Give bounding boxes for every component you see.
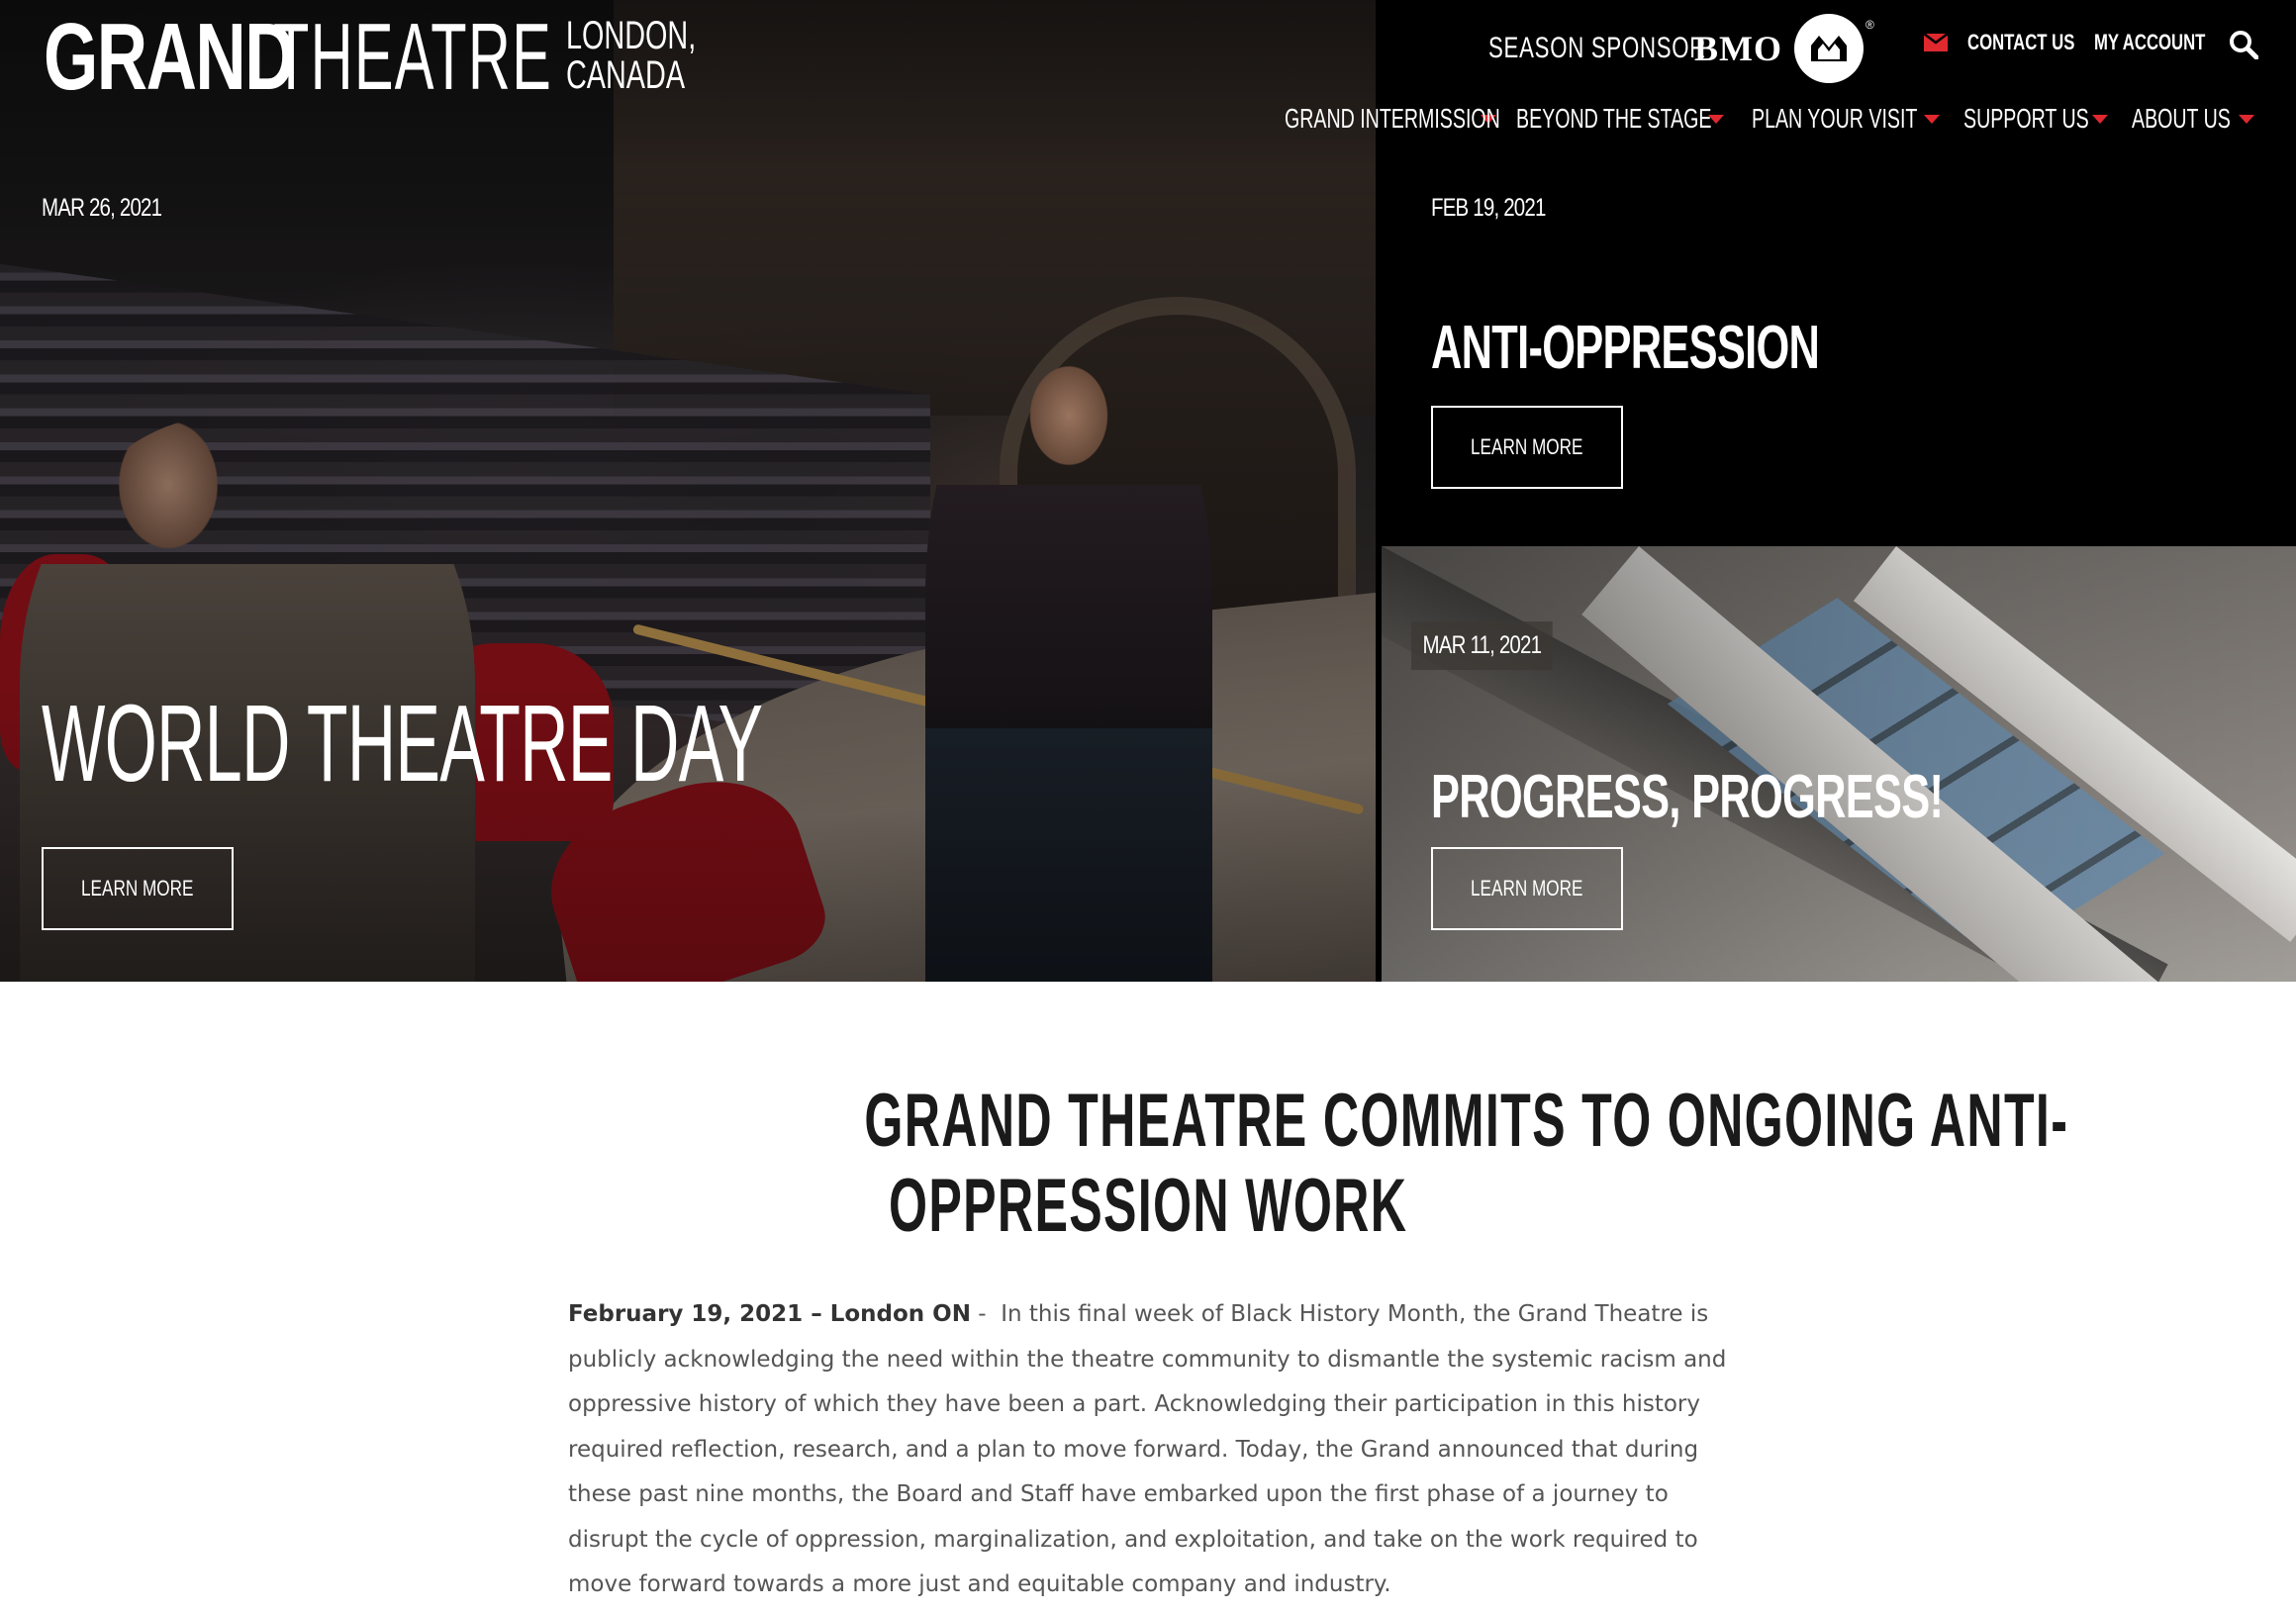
article-title-line-1: GRAND THEATRE COMMITS TO ONGOING ANTI- xyxy=(864,1079,2069,1163)
article-title: GRAND THEATRE COMMITS TO ONGOING ANTI- O… xyxy=(554,1079,2066,1249)
learn-more-label: LEARN MORE xyxy=(81,876,194,901)
chevron-down-icon xyxy=(2092,114,2108,124)
mail-icon xyxy=(1923,33,1949,51)
bmo-roundel-icon[interactable] xyxy=(1794,14,1864,83)
learn-more-button[interactable]: LEARN MORE xyxy=(1431,406,1623,489)
sponsor-brand[interactable]: BMO xyxy=(1694,28,1782,69)
tile-date: FEB 19, 2021 xyxy=(1431,194,1546,222)
tile-title[interactable]: WORLD THEATRE DAY xyxy=(42,681,763,806)
site-logo[interactable]: GRAND THEATRE LONDON, CANADA xyxy=(44,10,746,105)
nav-item-beyond-the-stage[interactable]: BEYOND THE STAGE xyxy=(1516,103,1752,135)
tile-date: MAR 26, 2021 xyxy=(42,194,162,222)
tile-title[interactable]: PROGRESS, PROGRESS! xyxy=(1431,762,1944,832)
nav-label: BEYOND THE STAGE xyxy=(1516,103,1712,134)
nav-item-about-us[interactable]: ABOUT US xyxy=(2132,103,2270,135)
article-body: February 19, 2021 – London ON - In this … xyxy=(568,1292,1736,1608)
logo-city: LONDON, xyxy=(566,14,697,57)
nav-item-plan-your-visit[interactable]: PLAN YOUR VISIT xyxy=(1752,103,1963,135)
logo-country: CANADA xyxy=(566,53,686,97)
feature-tile-world-theatre-day[interactable]: MAR 26, 2021 WORLD THEATRE DAY LEARN MOR… xyxy=(0,0,1376,982)
season-sponsor: SEASON SPONSOR BMO ® xyxy=(1488,14,1874,83)
nav-item-grand-intermission[interactable]: GRAND INTERMISSION xyxy=(1285,103,1516,135)
article-title-line-2: OPPRESSION WORK xyxy=(888,1164,1408,1248)
contact-us-link[interactable]: CONTACT US xyxy=(1923,30,2109,55)
search-icon[interactable] xyxy=(2229,30,2259,60)
nav-label: GRAND INTERMISSION xyxy=(1285,103,1500,134)
hero-grid: MAR 26, 2021 WORLD THEATRE DAY LEARN MOR… xyxy=(0,0,2296,982)
article-dateline: February 19, 2021 – London ON xyxy=(568,1301,971,1327)
dateline-separator: - xyxy=(970,1301,1002,1327)
nav-label: ABOUT US xyxy=(2132,103,2231,134)
registered-mark: ® xyxy=(1866,18,1874,32)
learn-more-label: LEARN MORE xyxy=(1471,876,1583,901)
tile-title[interactable]: ANTI-OPPRESSION xyxy=(1431,313,1820,383)
my-account-link[interactable]: MY ACCOUNT xyxy=(2094,30,2241,55)
tile-date: MAR 11, 2021 xyxy=(1411,621,1553,670)
learn-more-button[interactable]: LEARN MORE xyxy=(1431,847,1623,930)
logo-location: LONDON, CANADA xyxy=(566,16,696,95)
sponsor-label: SEASON SPONSOR xyxy=(1488,32,1707,64)
contact-us-label: CONTACT US xyxy=(1967,30,2075,54)
learn-more-button[interactable]: LEARN MORE xyxy=(42,847,234,930)
my-account-label: MY ACCOUNT xyxy=(2094,30,2206,54)
nav-label: SUPPORT US xyxy=(1963,103,2089,134)
main-navigation: GRAND INTERMISSION BEYOND THE STAGE PLAN… xyxy=(1285,103,2270,135)
nav-item-support-us[interactable]: SUPPORT US xyxy=(1963,103,2132,135)
feature-tile-progress[interactable]: MAR 11, 2021 PROGRESS, PROGRESS! LEARN M… xyxy=(1382,546,2296,982)
article-body-text: In this final week of Black History Mont… xyxy=(568,1301,1727,1597)
chevron-down-icon xyxy=(1924,114,1940,124)
tile-overlay xyxy=(0,0,1376,982)
nav-label: PLAN YOUR VISIT xyxy=(1752,103,1918,134)
logo-theatre: THEATRE xyxy=(273,4,553,110)
learn-more-label: LEARN MORE xyxy=(1471,434,1583,459)
logo-grand: GRAND xyxy=(44,4,296,110)
chevron-down-icon xyxy=(2239,114,2254,124)
